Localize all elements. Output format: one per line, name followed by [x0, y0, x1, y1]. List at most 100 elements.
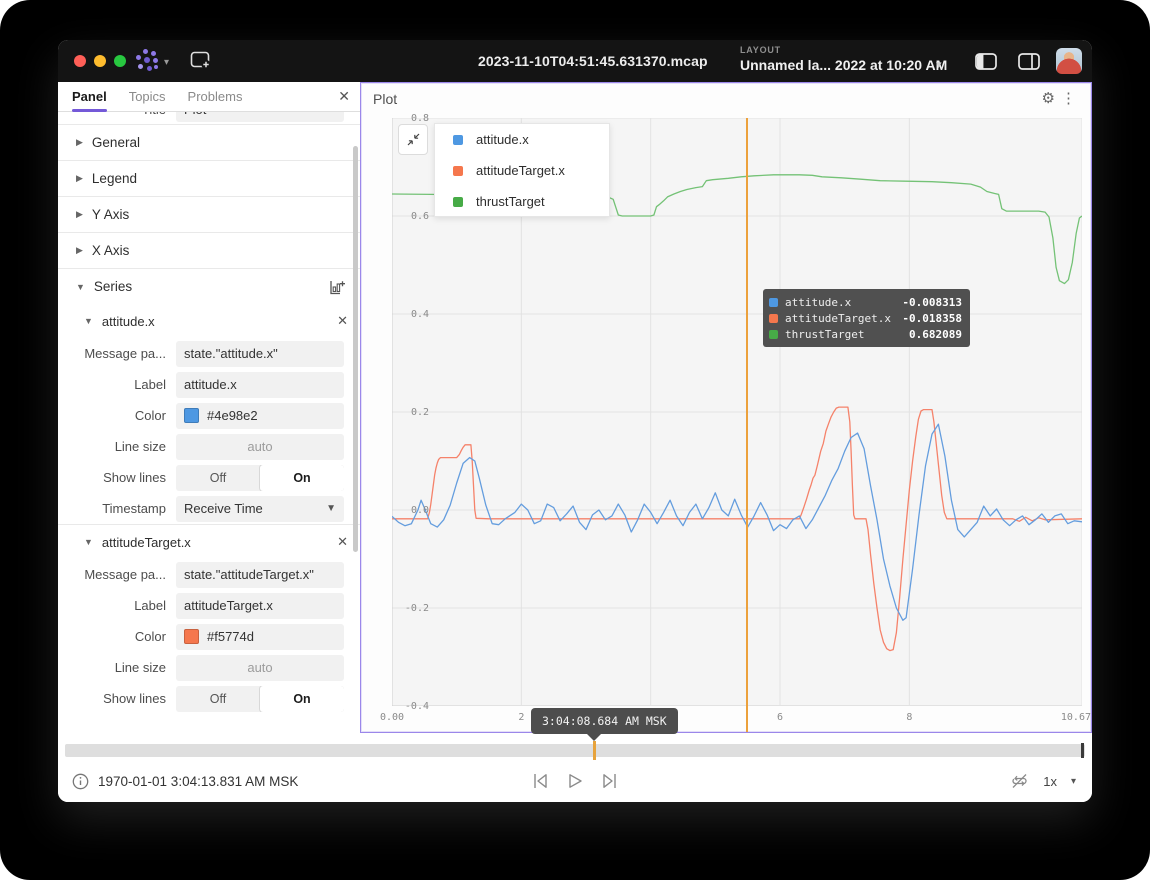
add-panel-icon[interactable]	[190, 51, 212, 70]
user-avatar[interactable]	[1056, 48, 1082, 74]
section-legend[interactable]: ▶Legend	[58, 160, 360, 196]
recording-info-icon[interactable]	[72, 773, 89, 790]
close-sidebar-icon[interactable]: ✕	[338, 88, 350, 105]
y-tick-label: 0.6	[389, 211, 429, 222]
series-name: attitudeTarget.x	[102, 535, 191, 550]
field-input[interactable]: state."attitude.x"	[176, 341, 344, 367]
series-header-attitude.x[interactable]: ▼attitude.x✕	[58, 304, 360, 338]
select-caret-icon: ▼	[326, 503, 336, 514]
sidebar-scrollbar[interactable]	[353, 146, 358, 552]
section-series[interactable]: ▼ Series	[58, 268, 360, 304]
screenshot-canvas: ▾ 2023-11-10T04:51:45.631370.mcap LAYOUT…	[0, 0, 1150, 880]
layout-selector[interactable]: LAYOUT Unnamed la... 2022 at 10:20 AM	[740, 45, 947, 73]
toggle-option-off[interactable]: Off	[176, 686, 260, 712]
toggle-option-on[interactable]: On	[260, 465, 344, 491]
section-general[interactable]: ▶General	[58, 124, 360, 160]
field-input[interactable]: auto	[176, 655, 344, 681]
field-input[interactable]: attitudeTarget.x	[176, 593, 344, 619]
settings-sidebar: Panel Topics Problems ✕ Title Plot ▶Gene…	[58, 82, 360, 733]
title-field-input[interactable]: Plot	[176, 112, 344, 122]
toggle-option-on[interactable]: On	[260, 686, 344, 712]
field-label: Message pa...	[58, 346, 176, 361]
field-label: Message pa...	[58, 567, 176, 582]
y-tick-label: 0.0	[389, 505, 429, 516]
playback-speed[interactable]: 1x	[1043, 774, 1057, 789]
field-input[interactable]: auto	[176, 434, 344, 460]
plot-legend: attitude.x attitudeTarget.x thrustTarget	[434, 123, 610, 217]
tooltip-row: attitudeTarget.x-0.018358	[769, 310, 962, 326]
series-header-attitudeTarget.x[interactable]: ▼attitudeTarget.x✕	[58, 525, 360, 559]
app-menu-chevron-icon[interactable]: ▾	[164, 57, 169, 68]
field-row: Message pa...state."attitudeTarget.x"	[58, 559, 360, 590]
layout-label: LAYOUT	[740, 45, 947, 55]
section-label: X Axis	[92, 243, 130, 258]
close-window-button[interactable]	[74, 55, 86, 67]
tooltip-series-label: attitudeTarget.x	[785, 312, 902, 325]
loop-off-icon[interactable]	[1010, 772, 1029, 790]
foxglove-logo-icon[interactable]	[134, 49, 160, 73]
section-caret-icon: ▶	[76, 245, 83, 256]
color-field[interactable]: #f5774d	[176, 624, 344, 650]
legend-item-thrustTarget[interactable]: thrustTarget	[435, 186, 609, 217]
panel-settings-gear-icon[interactable]: ⚙	[1042, 89, 1055, 107]
hover-time-line	[746, 118, 748, 732]
play-button[interactable]	[566, 772, 584, 790]
add-series-icon[interactable]	[329, 279, 346, 296]
section-caret-icon: ▶	[76, 137, 83, 148]
tab-problems[interactable]: Problems	[188, 82, 243, 111]
seek-forward-button[interactable]	[600, 772, 619, 790]
x-tick-label: 2	[518, 712, 524, 723]
remove-series-icon[interactable]: ✕	[337, 313, 348, 329]
app-window: ▾ 2023-11-10T04:51:45.631370.mcap LAYOUT…	[58, 40, 1092, 802]
color-swatch[interactable]	[184, 408, 199, 423]
toggle-option-off[interactable]: Off	[176, 465, 260, 491]
field-row: TimestampReceive Time▼	[58, 493, 360, 524]
legend-item-attitudeTarget.x[interactable]: attitudeTarget.x	[435, 155, 609, 186]
logo-dot	[144, 57, 150, 63]
zoom-window-button[interactable]	[114, 55, 126, 67]
series-expand-caret-icon: ▼	[84, 316, 93, 326]
tab-topics[interactable]: Topics	[129, 82, 166, 111]
plot-panel: Plot ⚙ ⋮ 0.80.60.40.20.0-0.2-0.4 0.00246…	[360, 82, 1092, 733]
layout-caret-icon[interactable]: ▾	[936, 58, 942, 71]
logo-dot	[136, 55, 141, 60]
seek-backward-button[interactable]	[531, 772, 550, 790]
series-list: ▼attitude.x✕Message pa...state."attitude…	[58, 304, 360, 714]
field-input[interactable]: state."attitudeTarget.x"	[176, 562, 344, 588]
color-hex: #f5774d	[207, 629, 254, 644]
tooltip-swatch	[769, 314, 778, 323]
right-sidebar-toggle-icon[interactable]	[1018, 53, 1040, 70]
color-hex: #4e98e2	[207, 408, 258, 423]
panel-menu-kebab-icon[interactable]: ⋮	[1061, 89, 1076, 107]
field-label: Show lines	[58, 691, 176, 706]
remove-series-icon[interactable]: ✕	[337, 534, 348, 550]
scrubber-playhead[interactable]	[593, 741, 596, 760]
field-row: LabelattitudeTarget.x	[58, 590, 360, 621]
section-label: Legend	[92, 171, 137, 186]
speed-caret-icon[interactable]: ▾	[1071, 776, 1076, 787]
logo-dot	[151, 51, 156, 56]
field-row: Labelattitude.x	[58, 369, 360, 400]
field-label: Color	[58, 629, 176, 644]
section-x-axis[interactable]: ▶ X Axis	[58, 232, 360, 268]
left-sidebar-toggle-icon[interactable]	[975, 53, 997, 70]
field-input[interactable]: attitude.x	[176, 372, 344, 398]
legend-label: attitude.x	[476, 132, 529, 147]
timestamp-select[interactable]: Receive Time▼	[176, 496, 344, 522]
legend-item-attitude.x[interactable]: attitude.x	[435, 124, 609, 155]
settings-sections: ▶General▶Legend▶Y Axis▶X Axis	[58, 124, 360, 268]
collapse-legend-button[interactable]	[398, 124, 428, 155]
playback-bar: 1970-01-01 3:04:13.831 AM MSK	[58, 733, 1092, 802]
tab-panel[interactable]: Panel	[72, 82, 107, 111]
color-field[interactable]: #4e98e2	[176, 403, 344, 429]
section-y-axis[interactable]: ▶Y Axis	[58, 196, 360, 232]
legend-label: thrustTarget	[476, 194, 545, 209]
color-swatch[interactable]	[184, 629, 199, 644]
field-label: Line size	[58, 660, 176, 675]
timeline-scrubber[interactable]	[65, 744, 1085, 757]
tooltip-row: thrustTarget0.682089	[769, 326, 962, 342]
minimize-window-button[interactable]	[94, 55, 106, 67]
logo-dot	[147, 66, 152, 71]
y-tick-label: 0.4	[389, 309, 429, 320]
field-row: Show linesOffOn	[58, 683, 360, 714]
